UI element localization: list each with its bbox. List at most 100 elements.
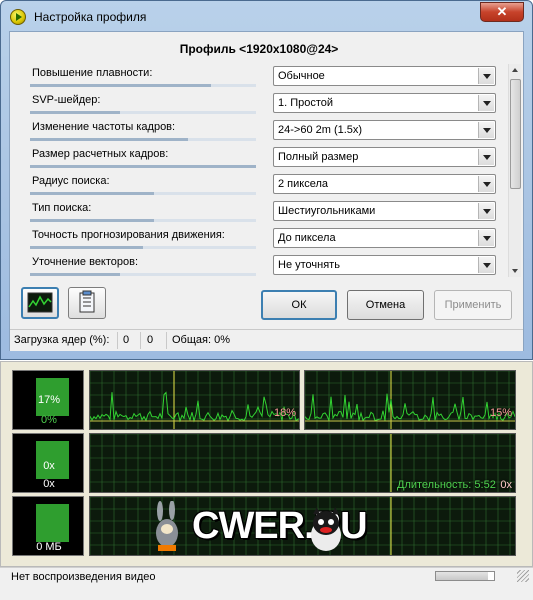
total-load: Общая: 0%	[172, 334, 230, 346]
duration-multiplier: 0x	[500, 479, 512, 491]
cpu-load-label: Загрузка ядер (%):	[14, 334, 110, 346]
select-value: Обычное	[278, 70, 325, 82]
select-value: До пиксела	[278, 232, 336, 244]
setting-row-smoothness: Повышение плавности: Обычное	[10, 63, 515, 90]
profile-settings-window: Настройка профиля ✕ Профиль <1920x1080@2…	[0, 0, 533, 360]
select-value: Полный размер	[278, 151, 359, 163]
window-title: Настройка профиля	[34, 10, 147, 24]
setting-label: Размер расчетных кадров:	[32, 148, 169, 160]
status-divider	[140, 332, 141, 349]
frame-size-select[interactable]: Полный размер	[273, 147, 496, 167]
profile-title: Профиль <1920x1080@24>	[179, 42, 339, 56]
playback-progress	[435, 571, 495, 581]
cpu-graph-core2-plot	[305, 371, 515, 429]
setting-row-framerate: Изменение частоты кадров: 24->60 2m (1.5…	[10, 117, 515, 144]
duration-label: Длительность: 5:52	[397, 479, 496, 491]
rabbit-watermark-icon	[156, 501, 178, 551]
scrollbar-thumb[interactable]	[510, 79, 521, 189]
setting-level-fill	[30, 273, 121, 276]
select-value: Не уточнять	[278, 259, 340, 271]
cpu-status-bar: Загрузка ядер (%): 0 0 Общая: 0%	[10, 329, 523, 351]
core2-load: 0	[147, 334, 154, 346]
status-divider	[117, 332, 118, 349]
chevron-down-icon[interactable]	[478, 230, 494, 246]
progress-fill	[436, 572, 489, 580]
close-button[interactable]: ✕	[480, 2, 524, 22]
cpu-tile: 17% 0%	[12, 370, 84, 430]
apply-button[interactable]: Применить	[434, 290, 512, 320]
cpu-bottom-value: 0%	[41, 414, 57, 426]
chart-icon	[27, 292, 53, 313]
chevron-down-icon[interactable]	[478, 122, 494, 138]
chevron-down-icon[interactable]	[478, 149, 494, 165]
setting-level-fill	[30, 219, 155, 222]
cpu-graph-core1-plot	[90, 371, 299, 429]
chevron-down-icon[interactable]	[478, 68, 494, 84]
setting-row-prediction: Точность прогнозирования движения: До пи…	[10, 225, 515, 252]
framerate-select[interactable]: 24->60 2m (1.5x)	[273, 120, 496, 140]
ok-button[interactable]: ОК	[261, 290, 337, 320]
cpu-graph-core2: 15%	[304, 370, 516, 430]
title-bar[interactable]: Настройка профиля ✕	[1, 1, 532, 31]
memory-value: 0 МБ	[36, 541, 62, 553]
profile-file-button[interactable]	[68, 287, 106, 319]
graph-value-label: 15%	[489, 407, 512, 419]
refine-vectors-select[interactable]: Не уточнять	[273, 255, 496, 275]
cancel-button[interactable]: Отмена	[347, 290, 424, 320]
setting-level-track	[30, 246, 256, 249]
setting-level-fill	[30, 138, 189, 141]
memory-tile: 0 МБ	[12, 496, 84, 556]
setting-label: Изменение частоты кадров:	[32, 121, 176, 133]
setting-level-track	[30, 219, 256, 222]
search-type-select[interactable]: Шестиугольниками	[273, 201, 496, 221]
frames-graph: Длительность: 5:52 0x	[89, 433, 516, 493]
memory-graph: CWER.RU	[89, 496, 516, 556]
core1-load: 0	[123, 334, 130, 346]
setting-level-fill	[30, 111, 121, 114]
setting-label: SVP-шейдер:	[32, 94, 101, 106]
scroll-down-icon[interactable]	[509, 264, 522, 277]
setting-level-fill	[30, 192, 155, 195]
chevron-down-icon[interactable]	[478, 95, 494, 111]
performance-monitor: 17% 0% 0x 0x 0 МБ 18% 15% Длительность: …	[0, 361, 533, 567]
setting-level-track	[30, 111, 256, 114]
playback-status-text: Нет воспроизведения видео	[11, 571, 156, 583]
setting-level-track	[30, 138, 256, 141]
chevron-down-icon[interactable]	[478, 257, 494, 273]
cat-watermark-icon	[311, 507, 341, 551]
select-value: 2 пиксела	[278, 178, 328, 190]
frames-top-value: 0x	[43, 460, 55, 472]
search-radius-select[interactable]: 2 пиксела	[273, 174, 496, 194]
dialog-content: Профиль <1920x1080@24> Повышение плавнос…	[9, 31, 524, 351]
cpu-top-value: 17%	[37, 394, 61, 406]
setting-label: Уточнение векторов:	[32, 256, 139, 268]
resize-grip-icon[interactable]	[517, 570, 529, 582]
setting-level-track	[30, 84, 256, 87]
memory-level-box	[35, 503, 70, 543]
cpu-graph-core1: 18%	[89, 370, 300, 430]
shader-select[interactable]: 1. Простой	[273, 93, 496, 113]
document-icon	[79, 290, 95, 313]
select-value: 1. Простой	[278, 97, 334, 109]
select-value: 24->60 2m (1.5x)	[278, 124, 363, 136]
setting-level-track	[30, 192, 256, 195]
scroll-up-icon[interactable]	[509, 64, 522, 77]
setting-label: Повышение плавности:	[32, 67, 153, 79]
monitor-graph-button[interactable]	[21, 287, 59, 319]
smoothness-select[interactable]: Обычное	[273, 66, 496, 86]
settings-scrollbar[interactable]	[508, 64, 521, 277]
prediction-select[interactable]: До пиксела	[273, 228, 496, 248]
graph-value-label: 18%	[273, 407, 296, 419]
setting-row-search-type: Тип поиска: Шестиугольниками	[10, 198, 515, 225]
setting-level-track	[30, 273, 256, 276]
chevron-down-icon[interactable]	[478, 203, 494, 219]
setting-row-shader: SVP-шейдер: 1. Простой	[10, 90, 515, 117]
setting-level-fill	[30, 84, 211, 87]
select-value: Шестиугольниками	[278, 205, 376, 217]
setting-level-track	[30, 165, 256, 168]
setting-label: Тип поиска:	[32, 202, 92, 214]
setting-row-frame-size: Размер расчетных кадров: Полный размер	[10, 144, 515, 171]
chevron-down-icon[interactable]	[478, 176, 494, 192]
setting-level-fill	[30, 246, 143, 249]
status-divider	[166, 332, 167, 349]
